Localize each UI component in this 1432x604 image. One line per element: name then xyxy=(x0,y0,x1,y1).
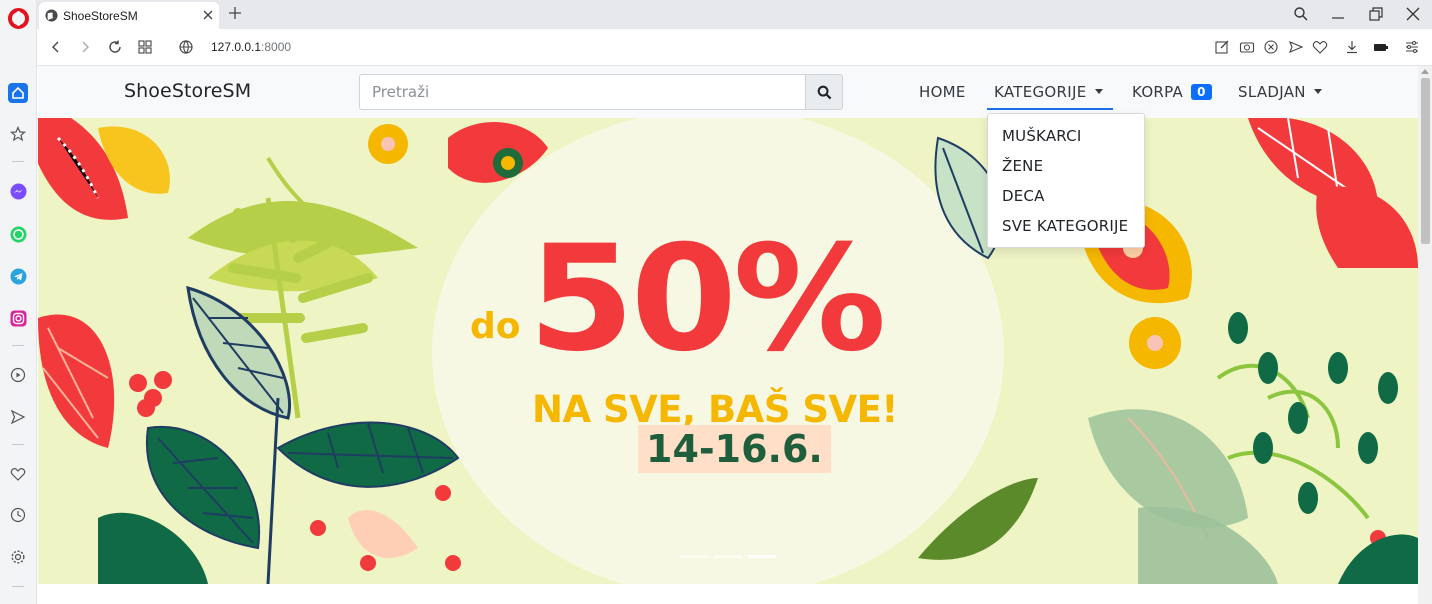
browser-sidebar xyxy=(0,0,37,604)
share-send-icon[interactable] xyxy=(1288,39,1304,55)
caret-down-icon xyxy=(1313,89,1322,94)
carousel-indicator-active[interactable] xyxy=(748,555,776,558)
messenger-icon[interactable] xyxy=(8,181,28,201)
dropdown-item-women[interactable]: ŽENE xyxy=(988,153,1144,183)
carousel-indicator[interactable] xyxy=(680,555,708,558)
snapshot-icon[interactable] xyxy=(1239,39,1255,55)
dropdown-item-kids[interactable]: DECA xyxy=(988,183,1144,213)
bookmarks-icon[interactable] xyxy=(8,124,28,144)
dropdown-item-men[interactable]: MUŠKARCI xyxy=(988,123,1144,153)
send-icon[interactable] xyxy=(8,407,28,427)
promo-banner[interactable]: do 50% NA SVE, BAŠ SVE! 14-16.6. xyxy=(38,118,1418,584)
categories-dropdown: MUŠKARCI ŽENE DECA SVE KATEGORIJE xyxy=(987,113,1145,248)
tab-strip: ShoeStoreSM xyxy=(37,0,1432,29)
caret-down-icon xyxy=(1094,89,1103,94)
nav-cart[interactable]: KORPA 0 xyxy=(1132,83,1212,101)
url-field[interactable]: 127.0.0.1:8000 xyxy=(211,40,291,54)
close-tab-icon[interactable] xyxy=(201,8,215,22)
search-icon xyxy=(817,85,831,99)
url-port: :8000 xyxy=(261,40,292,54)
whatsapp-icon[interactable] xyxy=(8,224,28,244)
search-input[interactable] xyxy=(359,74,806,110)
nav-user[interactable]: SLADJAN xyxy=(1238,83,1322,101)
site-navbar: ShoeStoreSM HOME KATEGORIJE KORPA 0 SLAD… xyxy=(38,66,1418,118)
ad-blocker-icon[interactable] xyxy=(1263,39,1279,55)
site-info-globe-icon[interactable] xyxy=(178,39,194,55)
active-tab[interactable]: ShoeStoreSM xyxy=(39,2,219,29)
categories-active-underline xyxy=(987,108,1113,110)
forward-icon[interactable] xyxy=(77,39,93,55)
scroll-up-icon[interactable] xyxy=(1421,69,1429,74)
nav-home[interactable]: HOME xyxy=(919,83,966,101)
tab-title: ShoeStoreSM xyxy=(63,8,138,23)
player-icon[interactable] xyxy=(8,365,28,385)
search-tabs-icon[interactable] xyxy=(1293,6,1309,22)
opera-logo-icon[interactable] xyxy=(8,8,29,29)
address-bar: 127.0.0.1:8000 xyxy=(37,29,1432,66)
heart-icon[interactable] xyxy=(8,464,28,484)
new-tab-icon[interactable] xyxy=(227,5,243,21)
reload-icon[interactable] xyxy=(107,39,123,55)
settings-icon[interactable] xyxy=(8,547,28,567)
dropdown-item-all-categories[interactable]: SVE KATEGORIJE xyxy=(988,213,1144,243)
nav-user-label: SLADJAN xyxy=(1238,83,1306,101)
nav-cart-label: KORPA xyxy=(1132,83,1184,101)
promo-discount: 50% xyxy=(528,214,887,384)
promo-prefix: do xyxy=(470,306,521,347)
restore-icon[interactable] xyxy=(1368,6,1384,22)
carousel-indicators xyxy=(680,555,776,558)
speed-dial-icon[interactable] xyxy=(137,39,153,55)
site-brand[interactable]: ShoeStoreSM xyxy=(124,80,251,102)
telegram-icon[interactable] xyxy=(8,266,28,286)
web-page: ShoeStoreSM HOME KATEGORIJE KORPA 0 SLAD… xyxy=(38,66,1418,604)
cart-count-badge: 0 xyxy=(1191,84,1212,100)
bookmark-heart-icon[interactable] xyxy=(1312,39,1328,55)
back-icon[interactable] xyxy=(48,39,64,55)
close-window-icon[interactable] xyxy=(1405,6,1421,22)
scrollbar-thumb[interactable] xyxy=(1421,78,1430,244)
easy-setup-icon[interactable] xyxy=(1404,39,1420,55)
battery-saver-icon[interactable] xyxy=(1373,39,1389,55)
edit-page-icon[interactable] xyxy=(1214,39,1230,55)
home-icon[interactable] xyxy=(8,83,28,103)
carousel-indicator[interactable] xyxy=(714,555,742,558)
promo-dates: 14-16.6. xyxy=(638,425,831,473)
url-host: 127.0.0.1 xyxy=(211,40,262,54)
site-globe-icon xyxy=(45,9,58,22)
downloads-icon[interactable] xyxy=(1344,39,1360,55)
nav-categories[interactable]: KATEGORIJE xyxy=(994,83,1103,101)
history-icon[interactable] xyxy=(8,505,28,525)
instagram-icon[interactable] xyxy=(8,308,28,328)
page-scrollbar[interactable] xyxy=(1418,66,1432,604)
nav-categories-label: KATEGORIJE xyxy=(994,83,1087,101)
minimize-icon[interactable] xyxy=(1330,6,1346,22)
search-button[interactable] xyxy=(805,74,843,110)
